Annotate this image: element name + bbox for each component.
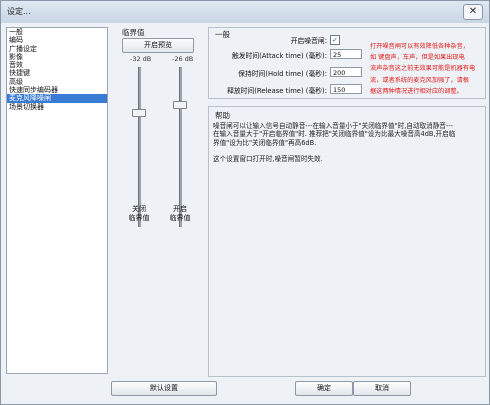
open-threshold-slider-track[interactable] xyxy=(179,67,182,227)
help-panel: 帮助 噪音闸可以让输入信号自动静音---在输入音量小于"关闭临界值"时,自动取消… xyxy=(208,106,486,377)
open-caption-line1: 开启 xyxy=(173,205,187,213)
help-spacer xyxy=(213,147,479,155)
open-threshold-caption: 开启 临界值 xyxy=(165,205,195,223)
red-annotation-note: 打开噪音闸可以有效降低各种杂音， 如 键盘声，车声，但是如果出现电 流声杂音这之… xyxy=(370,41,478,97)
general-panel: 一般 开启噪音闸: ✓ 触发时间(Attack time) (毫秒): 25 保… xyxy=(208,27,486,99)
open-caption-line2: 临界值 xyxy=(169,214,191,222)
hold-time-label: 保持时间(Hold time) (毫秒): xyxy=(238,70,327,78)
open-threshold-db: -26 dB xyxy=(172,55,194,63)
release-time-input[interactable]: 150 xyxy=(330,84,362,94)
red-note-line-3: 流声杂音这之前无效果可能是机器有电 xyxy=(370,65,476,73)
threshold-label: 临界值 xyxy=(122,28,145,37)
sidebar-item-encoding[interactable]: 编码 xyxy=(7,36,107,44)
sidebar-item-advanced[interactable]: 高级 xyxy=(7,78,107,86)
threshold-panel: 临界值 开启预览 -32 dB -26 dB 关闭 临界值 开启 临界值 xyxy=(116,27,201,377)
general-label: 一般 xyxy=(215,30,230,39)
settings-window: 设定... ✕ 一般 编码 广播设定 影像 音效 快捷键 高级 快速同步编码器 … xyxy=(0,0,490,405)
sidebar-item-hotkeys[interactable]: 快捷键 xyxy=(7,69,107,77)
sidebar-item-noise-gate[interactable]: 麦克风降噪闸 xyxy=(7,94,107,103)
close-threshold-db: -32 dB xyxy=(130,55,152,63)
ok-button[interactable]: 确定 xyxy=(295,381,353,396)
settings-category-list: 一般 编码 广播设定 影像 音效 快捷键 高级 快速同步编码器 麦克风降噪闸 场… xyxy=(6,27,108,374)
close-threshold-caption: 关闭 临界值 xyxy=(124,205,154,223)
hold-time-input[interactable]: 200 xyxy=(330,67,362,77)
help-text: 噪音闸可以让输入信号自动静音---在输入音量小于"关闭临界值"时,自动取消静音-… xyxy=(213,122,479,163)
attack-time-label: 触发时间(Attack time) (毫秒): xyxy=(231,52,327,60)
enable-preview-button[interactable]: 开启预览 xyxy=(122,38,194,53)
release-time-label: 释放时间(Release time) (毫秒): xyxy=(227,87,327,95)
help-line-2: 在输入音量大于"开启临界值"时. 推荐把"关闭临界值"设为比最大噪音高4dB,开… xyxy=(213,130,456,139)
cancel-button[interactable]: 取消 xyxy=(353,381,411,396)
title-bar: 设定... ✕ xyxy=(1,1,489,23)
close-threshold-slider-thumb[interactable] xyxy=(132,109,146,117)
sidebar-item-video[interactable]: 影像 xyxy=(7,53,107,61)
close-caption-line2: 临界值 xyxy=(128,214,150,222)
help-line-3: 界值"设为比"关闭临界值"再高6dB. xyxy=(213,138,317,147)
open-threshold-slider-thumb[interactable] xyxy=(173,101,187,109)
close-caption-line1: 关闭 xyxy=(132,205,146,213)
red-note-line-5: 据这两种情况进行相对应的调整。 xyxy=(370,87,463,95)
red-note-line-1: 打开噪音闸可以有效降低各种杂音， xyxy=(370,43,469,50)
help-line-4: 这个设置窗口打开时,噪音闸暂时失效. xyxy=(213,154,323,163)
sidebar-item-scene-switcher[interactable]: 场景切换器 xyxy=(7,103,107,111)
red-note-line-2: 如 键盘声，车声，但是如果出现电 xyxy=(370,54,465,62)
sidebar-item-broadcast[interactable]: 广播设定 xyxy=(7,45,107,53)
window-title: 设定... xyxy=(7,7,31,16)
close-button[interactable]: ✕ xyxy=(463,4,483,20)
red-note-line-4: 流，或者系统的麦克风加强了，请根 xyxy=(370,76,469,84)
close-threshold-slider-track[interactable] xyxy=(138,67,141,227)
enable-noise-gate-checkbox[interactable]: ✓ xyxy=(330,35,340,45)
attack-time-input[interactable]: 25 xyxy=(330,49,362,59)
default-settings-button[interactable]: 默认设置 xyxy=(111,381,217,396)
help-label: 帮助 xyxy=(215,111,230,120)
enable-noise-gate-label: 开启噪音闸: xyxy=(290,37,327,45)
